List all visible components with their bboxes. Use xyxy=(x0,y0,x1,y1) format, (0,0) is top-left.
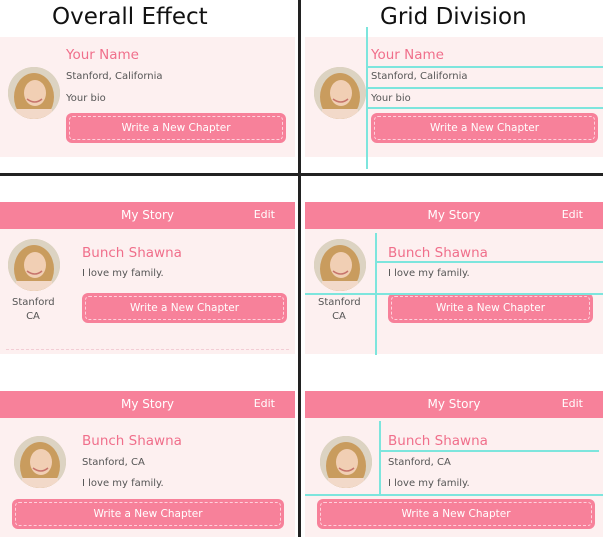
write-chapter-button[interactable]: Write a New Chapter xyxy=(12,499,284,529)
overall-effect-title: Overall Effect xyxy=(52,4,208,30)
divider xyxy=(6,349,289,350)
avatar-icon xyxy=(14,436,66,488)
avatar-icon xyxy=(314,239,366,291)
grid-line-vertical xyxy=(379,421,381,494)
story-header-bar: My Story Edit xyxy=(0,202,295,229)
avatar xyxy=(314,67,366,119)
profile-name: Your Name xyxy=(371,47,444,63)
write-chapter-label: Write a New Chapter xyxy=(374,116,595,140)
profile-bio: I love my family. xyxy=(82,268,164,279)
grid-line-horizontal xyxy=(305,494,603,496)
story-header-bar: My Story Edit xyxy=(305,202,603,229)
edit-link[interactable]: Edit xyxy=(254,397,275,410)
profile-location: Stanford, California xyxy=(371,71,468,82)
story-header-bar: My Story Edit xyxy=(0,391,295,418)
story-header-bar: My Story Edit xyxy=(305,391,603,418)
profile-name: Your Name xyxy=(66,47,139,63)
profile-card-bottom-left: Bunch Shawna Stanford, CA I love my fami… xyxy=(0,418,295,537)
profile-name: Bunch Shawna xyxy=(82,245,182,261)
profile-card-bottom-right: Bunch Shawna Stanford, CA I love my fami… xyxy=(305,418,603,537)
edit-link[interactable]: Edit xyxy=(562,208,583,221)
write-chapter-label: Write a New Chapter xyxy=(69,116,283,140)
profile-bio: Your bio xyxy=(371,93,411,104)
grid-line-horizontal xyxy=(305,293,603,295)
story-title: My Story xyxy=(121,397,174,411)
grid-line-horizontal xyxy=(366,87,603,89)
write-chapter-label: Write a New Chapter xyxy=(85,296,284,320)
profile-location: Stanford, CA xyxy=(82,457,145,468)
grid-line-horizontal xyxy=(379,450,599,452)
profile-card-top-left: Your Name Stanford, California Your bio … xyxy=(0,37,295,157)
profile-card-mid-right: Stanford CA Bunch Shawna I love my famil… xyxy=(305,229,603,355)
edit-link[interactable]: Edit xyxy=(254,208,275,221)
write-chapter-button[interactable]: Write a New Chapter xyxy=(66,113,286,143)
avatar-icon xyxy=(314,67,366,119)
avatar-icon xyxy=(8,239,60,291)
avatar-icon xyxy=(320,436,372,488)
write-chapter-label: Write a New Chapter xyxy=(15,502,281,526)
write-chapter-button[interactable]: Write a New Chapter xyxy=(388,293,593,323)
horizontal-divider xyxy=(0,173,603,176)
story-title: My Story xyxy=(121,208,174,222)
profile-bio: I love my family. xyxy=(388,478,470,489)
profile-location: Stanford, California xyxy=(66,71,163,82)
avatar-icon xyxy=(8,67,60,119)
profile-bio: I love my family. xyxy=(388,268,470,279)
profile-bio: I love my family. xyxy=(82,478,164,489)
profile-card-top-right: Your Name Stanford, California Your bio … xyxy=(305,27,603,169)
write-chapter-label: Write a New Chapter xyxy=(320,502,592,526)
story-title: My Story xyxy=(427,397,481,411)
location-city: Stanford xyxy=(318,297,361,308)
write-chapter-button[interactable]: Write a New Chapter xyxy=(317,499,595,529)
story-title: My Story xyxy=(427,208,481,222)
grid-line-vertical xyxy=(366,27,368,169)
write-chapter-button[interactable]: Write a New Chapter xyxy=(371,113,598,143)
grid-line-horizontal xyxy=(366,107,603,109)
write-chapter-label: Write a New Chapter xyxy=(391,296,590,320)
profile-card-mid-left: Stanford CA Bunch Shawna I love my famil… xyxy=(0,229,295,354)
location-state: CA xyxy=(332,311,346,322)
avatar xyxy=(14,436,66,488)
profile-bio: Your bio xyxy=(66,93,106,104)
write-chapter-button[interactable]: Write a New Chapter xyxy=(82,293,287,323)
vertical-divider xyxy=(298,0,301,537)
avatar xyxy=(8,67,60,119)
profile-location: Stanford, CA xyxy=(388,457,451,468)
location-city: Stanford xyxy=(12,297,55,308)
profile-name: Bunch Shawna xyxy=(82,433,182,449)
avatar xyxy=(314,239,366,291)
location-state: CA xyxy=(26,311,40,322)
profile-name: Bunch Shawna xyxy=(388,433,488,449)
avatar xyxy=(320,436,372,488)
edit-link[interactable]: Edit xyxy=(562,397,583,410)
avatar xyxy=(8,239,60,291)
grid-line-horizontal xyxy=(366,66,603,68)
profile-name: Bunch Shawna xyxy=(388,245,488,261)
grid-line-horizontal xyxy=(375,261,603,263)
grid-division-title: Grid Division xyxy=(380,4,527,30)
